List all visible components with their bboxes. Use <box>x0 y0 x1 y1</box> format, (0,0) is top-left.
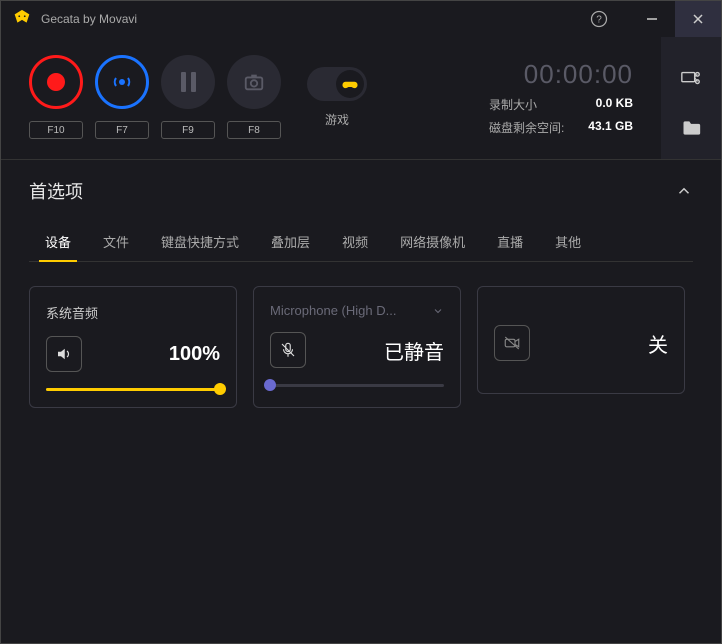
folder-icon <box>681 118 701 138</box>
system-audio-panel: 系统音频 100% <box>29 286 237 408</box>
disk-label: 磁盘剩余空间: <box>489 119 564 136</box>
app-logo-icon <box>11 8 33 30</box>
svg-text:?: ? <box>596 14 602 25</box>
folder-button[interactable] <box>672 109 710 147</box>
pause-hotkey[interactable]: F9 <box>161 121 215 139</box>
webcam-status: 关 <box>648 329 668 358</box>
tab-overlay[interactable]: 叠加层 <box>255 222 326 261</box>
mic-dropdown-label: Microphone (High D... <box>270 303 396 318</box>
tab-devices[interactable]: 设备 <box>29 222 87 261</box>
system-audio-toggle[interactable] <box>46 336 82 372</box>
collapse-chevron-icon[interactable] <box>675 182 693 200</box>
tab-other[interactable]: 其他 <box>539 222 597 261</box>
help-icon[interactable]: ? <box>589 9 609 29</box>
pause-button[interactable] <box>161 55 215 109</box>
media-output-icon <box>680 67 702 89</box>
webcam-off-icon <box>503 334 521 352</box>
stream-button[interactable] <box>95 55 149 109</box>
mic-panel: Microphone (High D... 已静音 <box>253 286 461 408</box>
webcam-panel: 关 <box>477 286 685 394</box>
screenshot-hotkey[interactable]: F8 <box>227 121 281 139</box>
tab-live[interactable]: 直播 <box>481 222 539 261</box>
mode-label: 游戏 <box>325 111 349 128</box>
prefs-tabs: 设备 文件 键盘快捷方式 叠加层 视频 网络摄像机 直播 其他 <box>29 222 693 262</box>
close-button[interactable] <box>675 1 721 37</box>
app-title: Gecata by Movavi <box>41 12 137 26</box>
record-hotkey[interactable]: F10 <box>29 121 83 139</box>
speaker-icon <box>55 345 73 363</box>
stream-hotkey[interactable]: F7 <box>95 121 149 139</box>
media-output-button[interactable] <box>672 59 710 97</box>
disk-value: 43.1 GB <box>588 119 633 136</box>
chevron-down-icon <box>432 305 444 317</box>
system-audio-level: 100% <box>169 343 220 366</box>
tab-webcam[interactable]: 网络摄像机 <box>384 222 481 261</box>
minimize-button[interactable] <box>629 1 675 37</box>
gamepad-icon <box>341 75 359 93</box>
mic-toggle[interactable] <box>270 332 306 368</box>
size-label: 录制大小 <box>489 96 537 113</box>
mic-slider[interactable] <box>270 384 444 387</box>
pause-icon <box>181 72 196 92</box>
mode-toggle[interactable] <box>307 67 367 101</box>
record-dot-icon <box>47 73 65 91</box>
prefs-title: 首选项 <box>29 178 83 204</box>
tab-video[interactable]: 视频 <box>326 222 384 261</box>
webcam-toggle[interactable] <box>494 325 530 361</box>
mic-status: 已静音 <box>384 336 444 365</box>
broadcast-icon <box>110 70 134 94</box>
record-button[interactable] <box>29 55 83 109</box>
mic-dropdown[interactable]: Microphone (High D... <box>270 303 444 318</box>
size-value: 0.0 KB <box>596 96 633 113</box>
system-audio-slider[interactable] <box>46 388 220 391</box>
system-audio-label: 系统音频 <box>46 303 220 322</box>
tab-files[interactable]: 文件 <box>87 222 145 261</box>
camera-icon <box>243 71 265 93</box>
screenshot-button[interactable] <box>227 55 281 109</box>
mic-muted-icon <box>279 341 297 359</box>
timer-display: 00:00:00 <box>489 59 633 90</box>
tab-shortcuts[interactable]: 键盘快捷方式 <box>145 222 255 261</box>
